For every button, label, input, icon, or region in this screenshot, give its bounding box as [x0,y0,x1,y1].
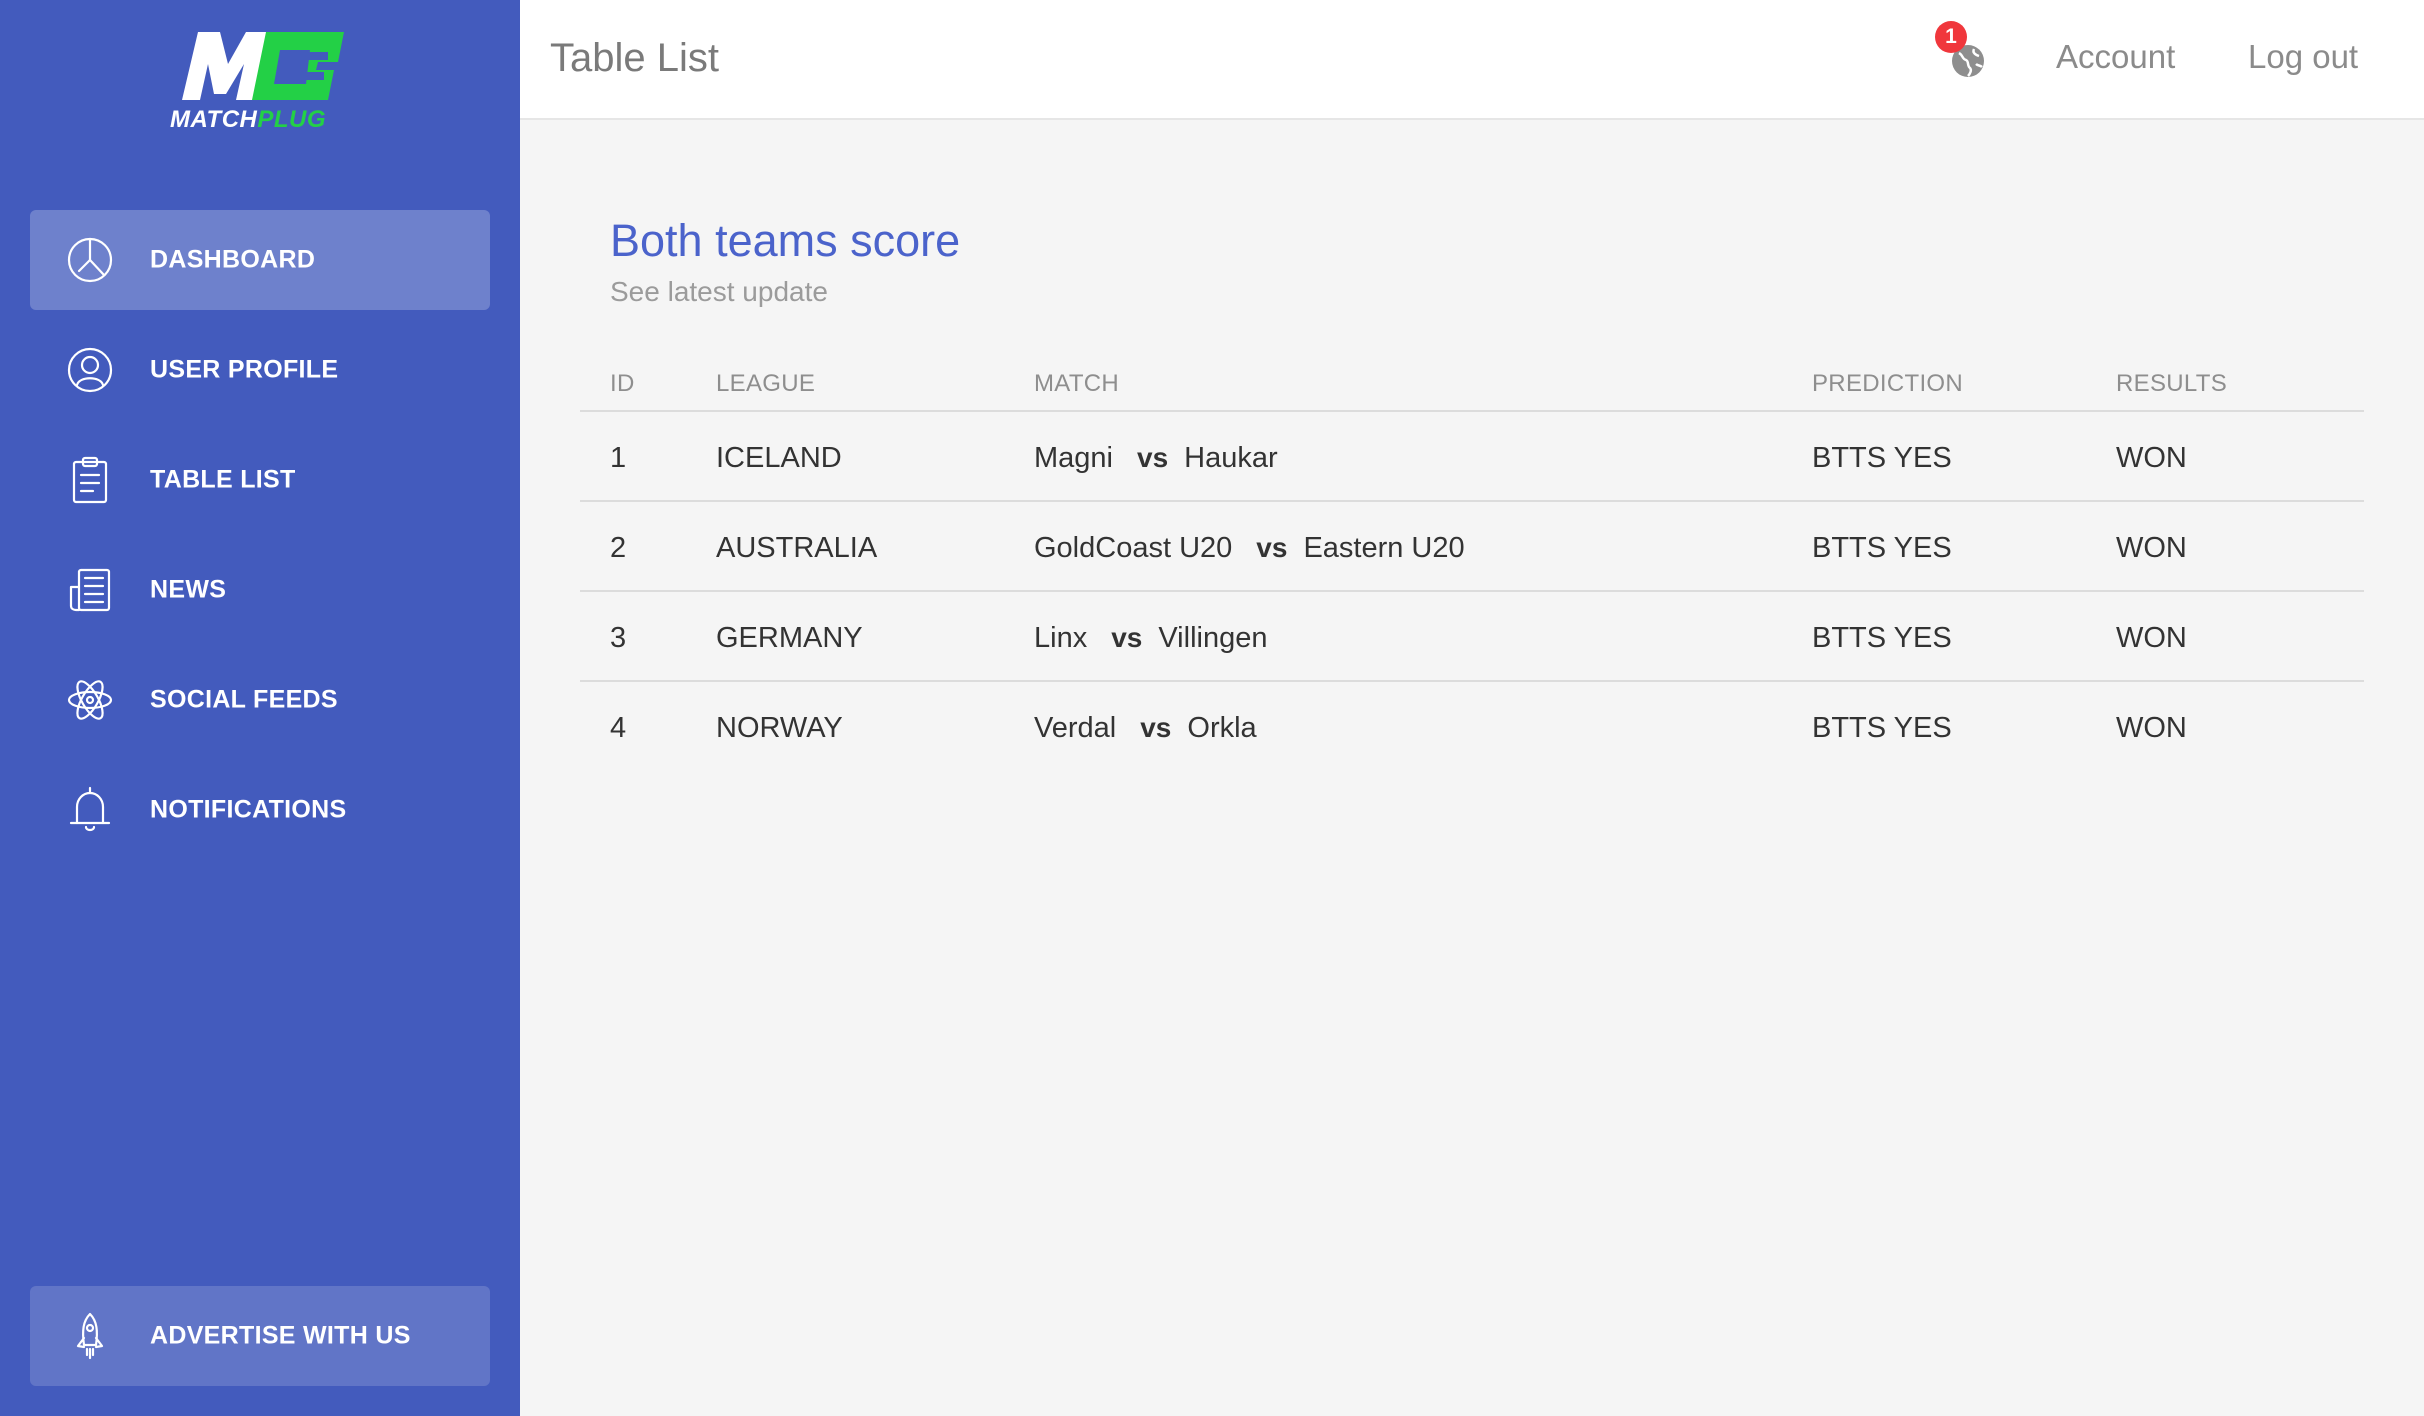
sidebar-item-table-list[interactable]: TABLE LIST [30,430,490,530]
top-header: Table List 1 Account Log out [520,0,2424,120]
table-row: 2 AUSTRALIA GoldCoast U20 vs Eastern U20 B… [580,502,2364,592]
sidebar-item-social-feeds[interactable]: SOCIAL FEEDS [30,650,490,750]
table-row: 1 ICELAND Magni vs Haukar BTTS YES WON [580,412,2364,502]
home-team: Linx [1034,622,1088,654]
sidebar-nav: DASHBOARD USER PROFILE TABLE LIST NEWS S… [30,210,490,870]
cell-league: GERMANY [716,622,863,654]
cell-prediction: BTTS YES [1812,622,1952,654]
cell-league: NORWAY [716,712,843,744]
away-team: Villingen [1158,622,1268,654]
user-icon [64,344,116,396]
cell-match: Magni vs Haukar [1034,442,1278,475]
notification-badge: 1 [1935,21,1967,53]
table-row: 4 NORWAY Verdal vs Orkla BTTS YES WON [580,682,2364,772]
cell-prediction: BTTS YES [1812,712,1952,744]
cell-id: 3 [610,622,627,654]
column-header-match: MATCH [1034,370,1120,397]
clipboard-icon [64,454,116,506]
pie-chart-icon [64,234,116,286]
away-team: Eastern U20 [1303,532,1465,564]
vs-label: vs [1140,712,1172,743]
bell-icon [64,784,116,836]
predictions-table: ID LEAGUE MATCH PREDICTION RESULTS 1 ICE… [580,356,2364,772]
cell-result: WON [2116,622,2187,654]
away-team: Haukar [1184,442,1278,474]
sidebar-item-label: DASHBOARD [150,245,316,274]
newspaper-icon [64,564,116,616]
cell-match: Linx vs Villingen [1034,622,1267,655]
sidebar-item-user-profile[interactable]: USER PROFILE [30,320,490,420]
sidebar-item-label: USER PROFILE [150,355,339,384]
advertise-label: ADVERTISE WITH US [150,1321,411,1350]
logout-link[interactable]: Log out [2248,38,2358,76]
cell-result: WON [2116,442,2187,474]
logo-word-plug: PLUG [257,106,327,133]
cell-prediction: BTTS YES [1812,442,1952,474]
page-title: Table List [550,36,719,80]
table-row: 3 GERMANY Linx vs Villingen BTTS YES WON [580,592,2364,682]
cell-league: ICELAND [716,442,842,474]
rocket-icon [64,1310,116,1362]
column-header-prediction: PREDICTION [1812,370,1964,397]
logo-wordmark: MATCHPLUG [170,106,350,134]
sidebar-item-dashboard[interactable]: DASHBOARD [30,210,490,310]
sidebar-item-notifications[interactable]: NOTIFICATIONS [30,760,490,860]
cell-match: GoldCoast U20 vs Eastern U20 [1034,532,1465,565]
sidebar: MATCHPLUG DASHBOARD USER PROFILE TABLE L… [0,0,520,1416]
card-subtitle: See latest update [610,276,828,307]
account-link[interactable]: Account [2056,38,2175,76]
sidebar-item-label: NOTIFICATIONS [150,795,347,824]
vs-label: vs [1111,622,1143,653]
column-header-results: RESULTS [2116,370,2228,397]
cell-league: AUSTRALIA [716,532,878,564]
app-window: MATCHPLUG DASHBOARD USER PROFILE TABLE L… [0,0,2424,1416]
advertise-with-us-button[interactable]: ADVERTISE WITH US [30,1286,490,1386]
home-team: Verdal [1034,712,1117,744]
column-header-id: ID [610,370,635,397]
sidebar-item-label: SOCIAL FEEDS [150,685,338,714]
home-team: GoldCoast U20 [1034,532,1233,564]
cell-id: 2 [610,532,627,564]
cell-result: WON [2116,532,2187,564]
away-team: Orkla [1187,712,1257,744]
sidebar-item-news[interactable]: NEWS [30,540,490,640]
vs-label: vs [1137,442,1169,473]
column-header-league: LEAGUE [716,370,816,397]
matchplug-logo[interactable]: MATCHPLUG [168,28,348,136]
sidebar-item-label: TABLE LIST [150,465,296,494]
cell-match: Verdal vs Orkla [1034,712,1257,745]
cell-result: WON [2116,712,2187,744]
cell-prediction: BTTS YES [1812,532,1952,564]
logo-word-match: MATCH [170,106,258,133]
logo-mark [182,32,344,100]
cell-id: 1 [610,442,627,474]
atom-icon [64,674,116,726]
cell-id: 4 [610,712,627,744]
card-title: Both teams score [610,215,961,266]
table-header-row: ID LEAGUE MATCH PREDICTION RESULTS [580,356,2364,412]
sidebar-item-label: NEWS [150,575,227,604]
home-team: Magni [1034,442,1113,474]
vs-label: vs [1256,532,1288,563]
